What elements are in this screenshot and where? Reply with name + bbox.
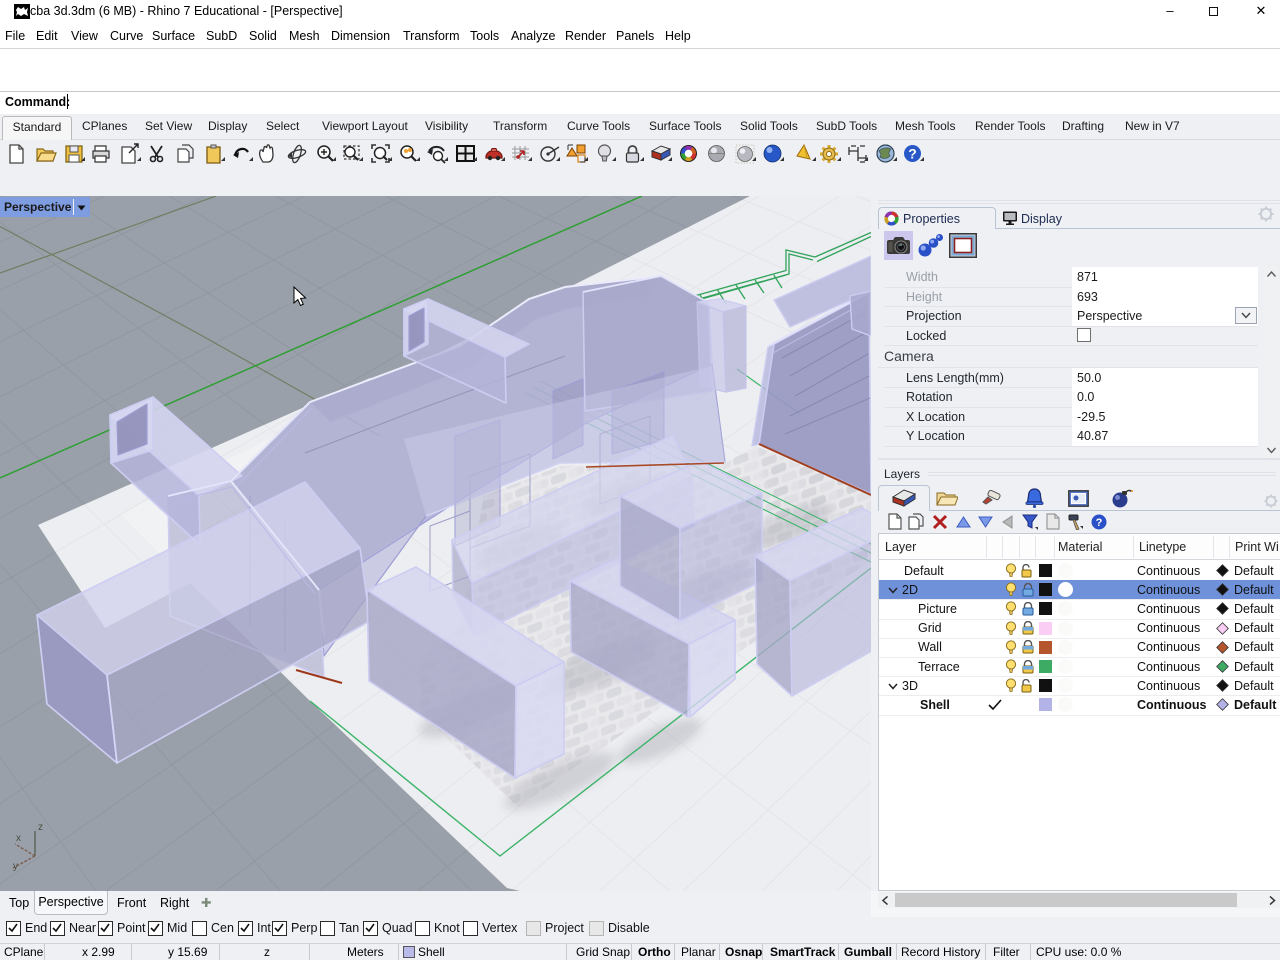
svg-text:x: x [16, 833, 21, 844]
svg-text:z: z [38, 822, 43, 833]
svg-text:?: ? [908, 146, 917, 162]
svg-text:y: y [13, 861, 18, 872]
svg-text:?: ? [1096, 517, 1103, 529]
